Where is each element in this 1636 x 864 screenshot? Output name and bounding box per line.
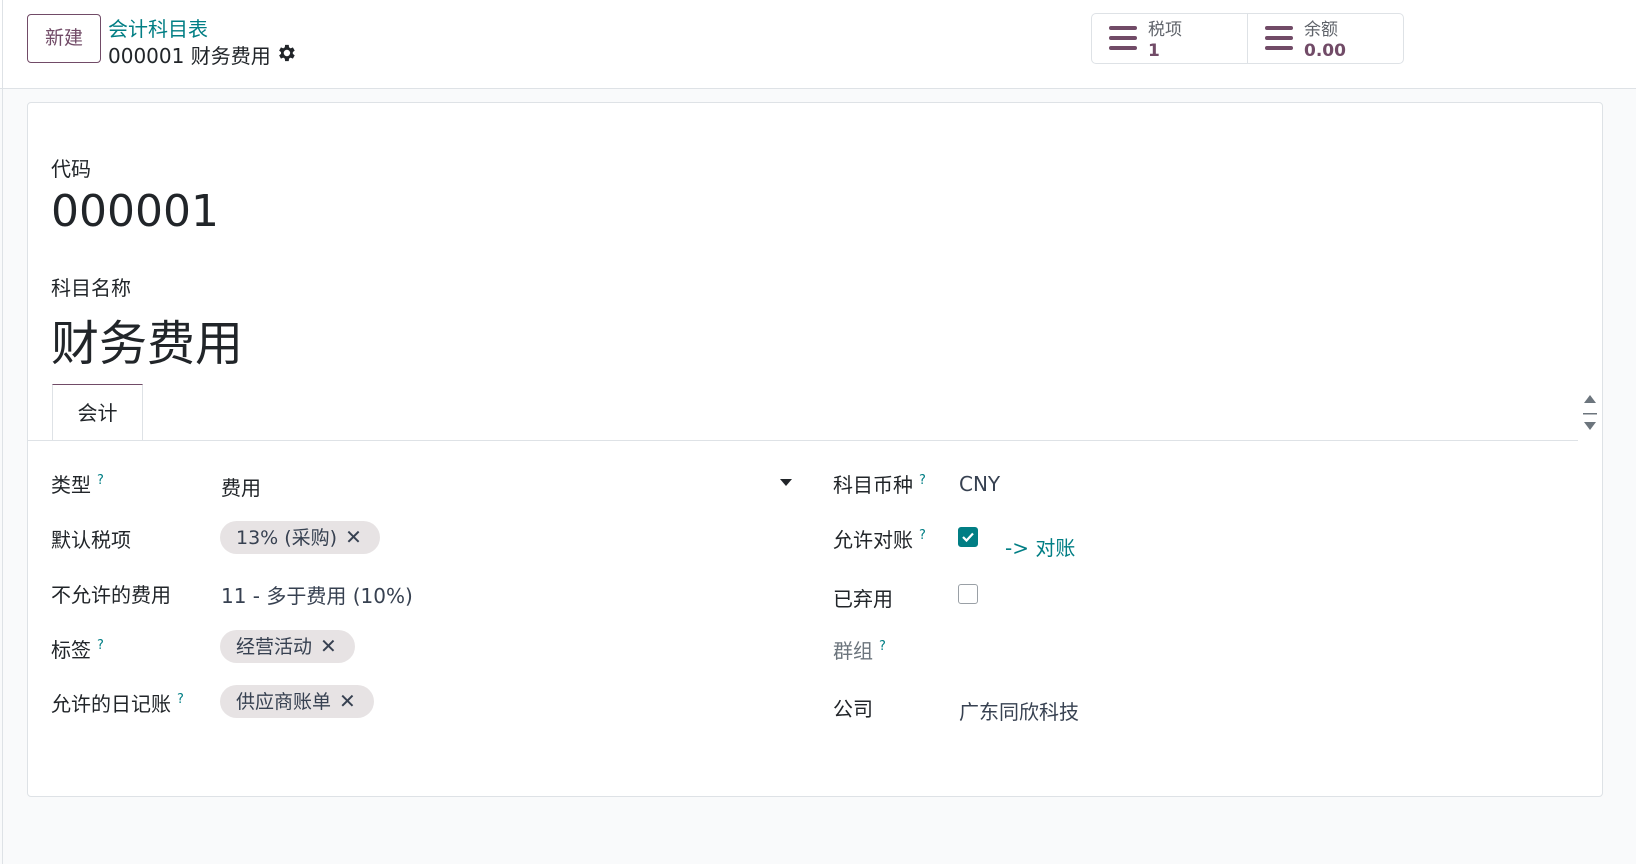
smart-buttons: 税项 1 余额 0.00: [1091, 13, 1404, 64]
deprecated-checkbox[interactable]: [958, 584, 978, 604]
remove-tag-icon[interactable]: ✕: [345, 525, 362, 549]
resize-handle-icon[interactable]: [1580, 392, 1600, 436]
currency-label: 科目币种?: [833, 473, 926, 497]
taxes-count: 1: [1148, 41, 1160, 61]
chevron-down-icon[interactable]: [780, 479, 792, 486]
disallowed-expense-field[interactable]: 11 - 多于费用 (10%): [221, 580, 413, 609]
help-icon[interactable]: ?: [97, 473, 104, 488]
list-icon: [1109, 26, 1137, 50]
help-icon[interactable]: ?: [879, 639, 886, 654]
breadcrumb-parent-link[interactable]: 会计科目表: [108, 13, 208, 42]
balance-smart-button[interactable]: 余额 0.00: [1247, 14, 1403, 63]
taxes-label: 税项: [1148, 20, 1182, 40]
journal-tag[interactable]: 供应商账单 ✕: [220, 685, 374, 718]
code-label: 代码: [51, 157, 91, 181]
group-label: 群组?: [833, 639, 886, 663]
default-tax-label: 默认税项: [51, 528, 131, 552]
account-name-field[interactable]: 财务费用: [51, 304, 243, 374]
currency-field[interactable]: CNY: [959, 472, 1000, 496]
tab-divider: [28, 440, 1578, 441]
breadcrumb-current: 000001 财务费用: [108, 44, 271, 68]
deprecated-label: 已弃用: [833, 587, 893, 611]
list-icon: [1265, 26, 1293, 50]
reconcile-label: 允许对账?: [833, 528, 926, 552]
tags-label: 标签?: [51, 638, 104, 662]
balance-value: 0.00: [1304, 41, 1346, 61]
help-icon[interactable]: ?: [919, 528, 926, 543]
left-border: [2, 0, 3, 864]
default-tax-tag[interactable]: 13% (采购) ✕: [220, 521, 380, 554]
account-tag[interactable]: 经营活动 ✕: [220, 630, 355, 663]
account-name-label: 科目名称: [51, 276, 131, 300]
type-label: 类型?: [51, 473, 104, 497]
reconcile-link[interactable]: -> 对账: [1005, 532, 1075, 561]
reconcile-checkbox[interactable]: [958, 527, 978, 547]
remove-tag-icon[interactable]: ✕: [320, 634, 337, 658]
help-icon[interactable]: ?: [919, 473, 926, 488]
company-label: 公司: [833, 697, 873, 721]
allowed-journals-label: 允许的日记账?: [51, 692, 184, 716]
code-field[interactable]: 000001: [51, 186, 219, 237]
help-icon[interactable]: ?: [97, 638, 104, 653]
taxes-smart-button[interactable]: 税项 1: [1092, 14, 1247, 63]
new-button[interactable]: 新建: [27, 14, 101, 63]
balance-label: 余额: [1304, 20, 1338, 40]
type-select[interactable]: 费用: [221, 472, 261, 501]
help-icon[interactable]: ?: [177, 692, 184, 707]
remove-tag-icon[interactable]: ✕: [339, 689, 356, 713]
tab-accounting[interactable]: 会计: [52, 384, 143, 441]
gear-icon[interactable]: [275, 42, 297, 64]
company-field[interactable]: 广东同欣科技: [959, 696, 1079, 725]
checkmark-icon: [962, 532, 974, 543]
disallowed-expense-label: 不允许的费用: [51, 583, 171, 607]
